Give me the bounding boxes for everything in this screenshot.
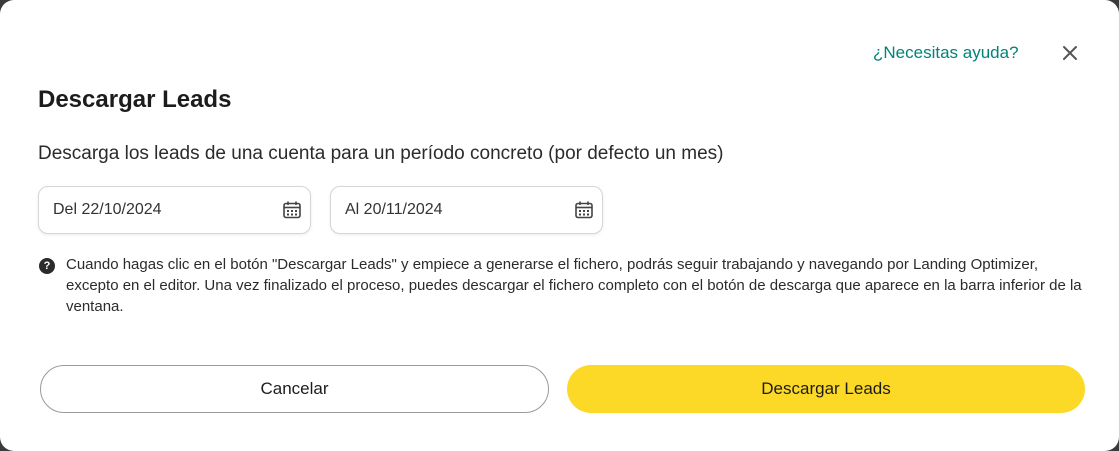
calendar-icon[interactable] <box>282 200 302 220</box>
download-leads-button[interactable]: Descargar Leads <box>567 365 1085 413</box>
cancel-button[interactable]: Cancelar <box>40 365 549 413</box>
question-circle-icon: ? <box>39 258 55 274</box>
help-link[interactable]: ¿Necesitas ayuda? <box>873 43 1019 63</box>
calendar-icon[interactable] <box>574 200 594 220</box>
dialog-title: Descargar Leads <box>38 86 232 113</box>
info-text: Cuando hagas clic en el botón "Descargar… <box>66 256 1082 315</box>
dialog-subtitle: Descarga los leads de una cuenta para un… <box>38 143 724 164</box>
date-from-field[interactable]: Del 22/10/2024 <box>38 186 311 234</box>
date-to-value: Al 20/11/2024 <box>345 201 443 218</box>
close-icon[interactable] <box>1058 41 1082 65</box>
download-leads-dialog: ¿Necesitas ayuda? Descargar Leads Descar… <box>0 0 1119 451</box>
date-from-value: Del 22/10/2024 <box>53 201 162 218</box>
date-to-field[interactable]: Al 20/11/2024 <box>330 186 603 234</box>
